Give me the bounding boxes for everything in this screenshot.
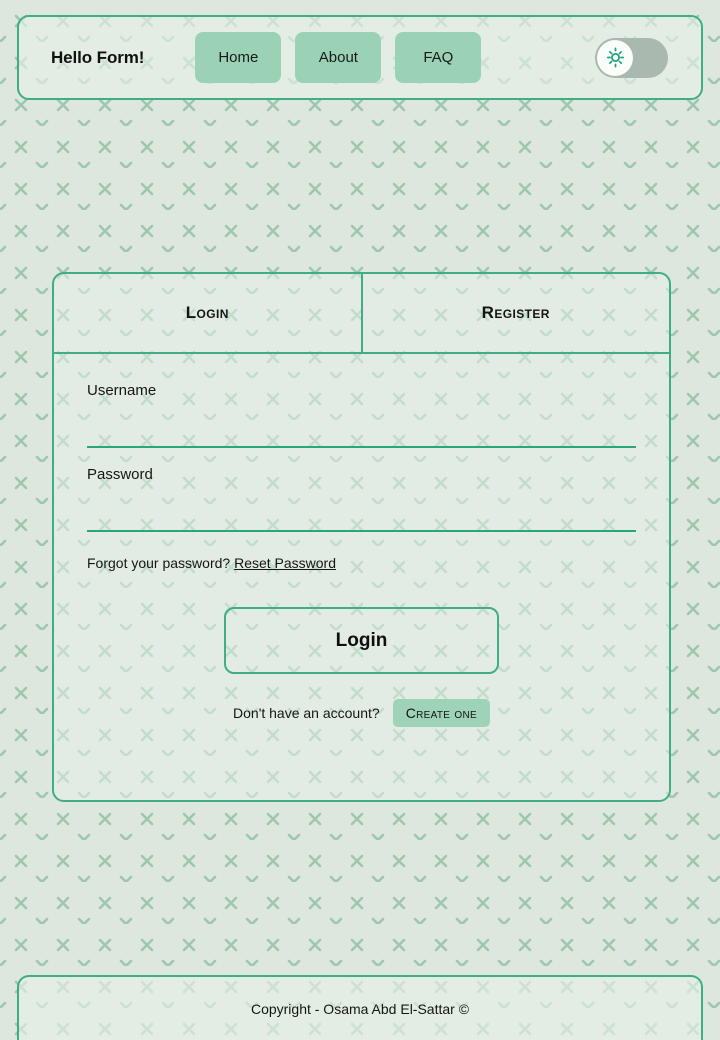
login-submit-button[interactable]: Login [224, 607, 499, 674]
forgot-password-row: Forgot your password? Reset Password [87, 555, 636, 571]
tab-login[interactable]: Login [54, 274, 361, 352]
username-label: Username [87, 382, 157, 399]
auth-tabs: Login Register [54, 274, 669, 354]
password-label: Password [87, 466, 153, 483]
sun-icon [606, 47, 624, 68]
username-input[interactable] [87, 405, 636, 448]
site-header: Hello Form! Home About FAQ [17, 15, 703, 100]
auth-card: Login Register Username Password Forgot … [52, 272, 671, 802]
nav-item-about[interactable]: About [295, 32, 382, 83]
nav-item-faq[interactable]: FAQ [395, 32, 482, 83]
create-account-button[interactable]: Create one [392, 699, 490, 727]
signup-row: Don't have an account? Create one [87, 699, 636, 727]
theme-toggle[interactable] [595, 37, 668, 78]
username-field-group: Username [87, 382, 636, 448]
nav-item-home[interactable]: Home [195, 32, 282, 83]
reset-password-link[interactable]: Reset Password [234, 555, 336, 571]
login-form: Username Password Forgot your password? … [54, 354, 669, 727]
password-field-group: Password [87, 466, 636, 532]
primary-nav: Home About FAQ [195, 32, 482, 83]
brand-title: Hello Form! [51, 47, 145, 67]
tab-register[interactable]: Register [360, 274, 670, 352]
forgot-password-text: Forgot your password? [87, 555, 231, 571]
signup-prompt-text: Don't have an account? [233, 705, 380, 721]
copyright-text: Copyright - Osama Abd El-Sattar © [250, 1000, 470, 1017]
password-input[interactable] [87, 489, 636, 532]
theme-toggle-knob [597, 39, 633, 76]
site-footer: Copyright - Osama Abd El-Sattar © [17, 975, 703, 1040]
